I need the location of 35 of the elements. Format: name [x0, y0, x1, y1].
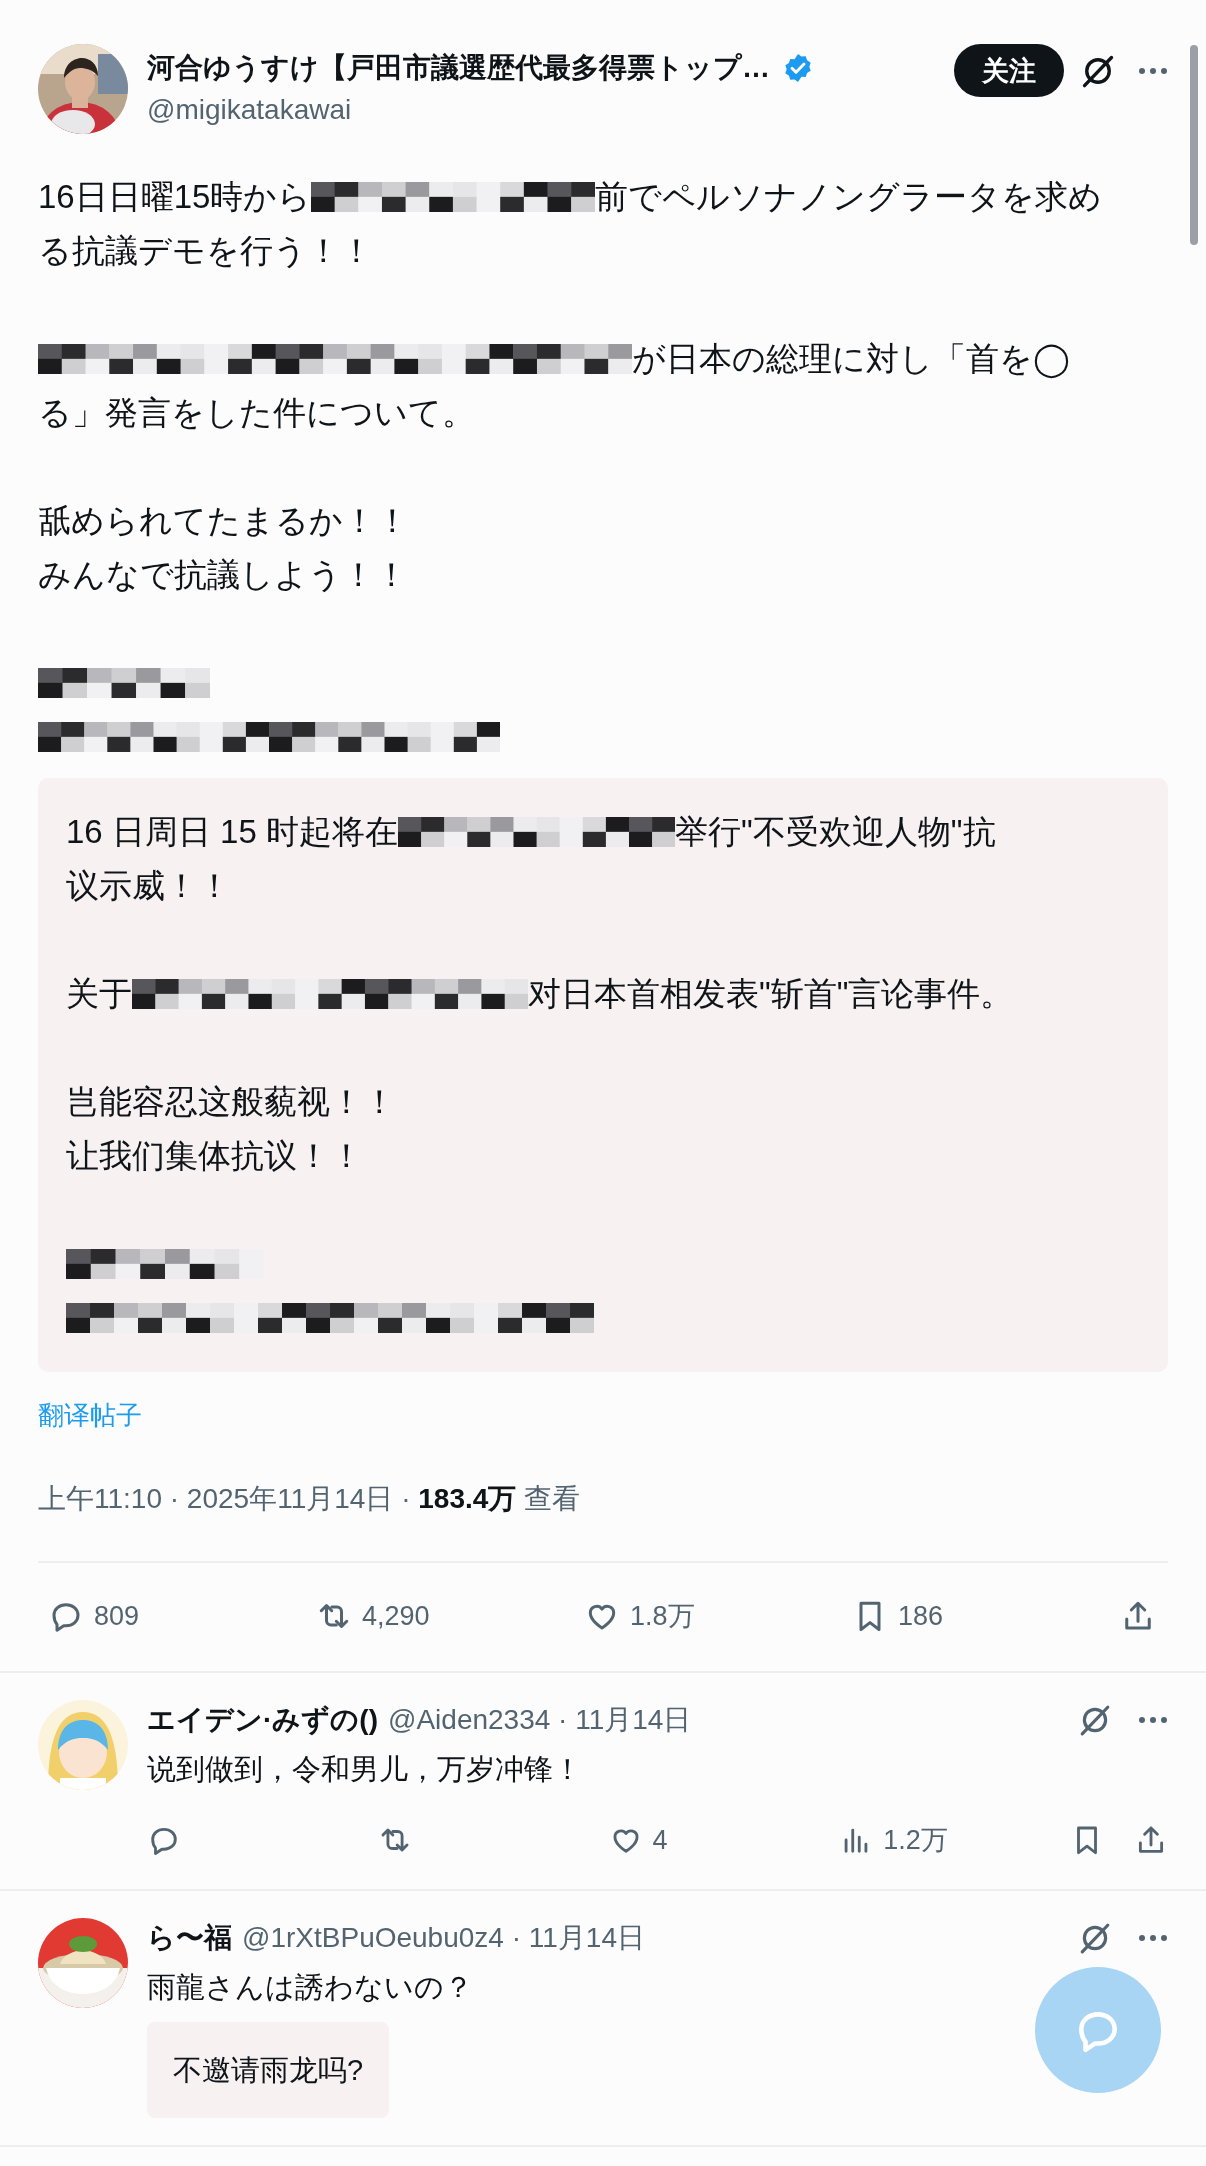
- reply-translation: 不邀请雨龙吗?: [147, 2022, 390, 2118]
- reply-handle-date: @1rXtBPuOeubu0z4 · 11月14日: [242, 1921, 645, 1955]
- action-count: 4,290: [362, 1600, 430, 1632]
- action-count: 4: [652, 1824, 668, 1856]
- post-text: 前でペルソナノングラータを求め: [595, 177, 1103, 217]
- translated-text: 议示威！！: [66, 866, 231, 906]
- author-name[interactable]: 河合ゆうすけ【戸田市議選歴代最多得票トップ…: [147, 49, 770, 87]
- post-text: 舐められてたまるか！！: [38, 501, 409, 541]
- translated-text: 让我们集体抗议！！: [66, 1136, 363, 1176]
- follow-button[interactable]: 关注: [954, 44, 1064, 97]
- more-icon[interactable]: [1138, 66, 1168, 75]
- translated-text: 举行"不受欢迎人物"抗: [675, 812, 996, 852]
- post-text: が日本の総理に対し「首を◯: [632, 339, 1070, 381]
- author-handle[interactable]: @migikatakawai: [147, 92, 944, 128]
- action-count: 1.8万: [630, 1600, 695, 1633]
- reply-author-name[interactable]: ら〜福: [147, 1919, 232, 1957]
- reply-text: 雨龍さんは誘わないの？: [147, 1970, 474, 2005]
- reply-handle-date: @Aiden2334 · 11月14日: [388, 1703, 692, 1737]
- post-timestamp: 上午11:10 · 2025年11月14日 · 183.4万 查看: [38, 1482, 582, 1516]
- translated-text: 关于: [66, 974, 132, 1014]
- translated-text: 16 日周日 15 时起将在: [66, 812, 398, 852]
- action-count: 809: [94, 1600, 140, 1632]
- reply-text: 说到做到，令和男儿，万岁冲锋！: [147, 1752, 583, 1787]
- scroll-bar[interactable]: [1190, 45, 1198, 245]
- post-text: みんなで抗議しよう！！: [38, 555, 408, 595]
- post-text: 16日日曜15時から: [38, 177, 312, 217]
- action-count: 186: [898, 1600, 944, 1632]
- post-text: る」発言をした件について。: [38, 393, 475, 433]
- translated-text: 岂能容忍这般藐视！！: [66, 1082, 396, 1122]
- reply-author-name[interactable]: エイデン·みずの(): [147, 1701, 378, 1739]
- more-icon[interactable]: [1138, 1716, 1168, 1724]
- more-icon[interactable]: [1138, 1934, 1168, 1942]
- translated-text: 对日本首相发表"斩首"言论事件。: [528, 974, 1014, 1014]
- action-count: 1.2万: [883, 1824, 948, 1857]
- post-text: る抗議デモを行う！！: [38, 231, 373, 271]
